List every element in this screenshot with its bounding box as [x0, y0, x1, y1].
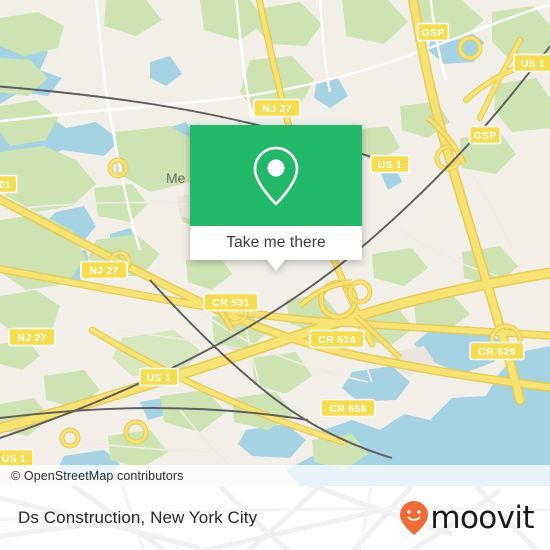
road-shield-label: CR 531: [212, 297, 249, 309]
moovit-map-screen: .wtr { fill:#a6d3e4; } .prk { fill:#cde3…: [0, 0, 550, 550]
take-me-there-label: Take me there: [226, 234, 326, 251]
map-viewport[interactable]: .wtr { fill:#a6d3e4; } .prk { fill:#cde3…: [0, 0, 550, 486]
road-shield-label: 01: [0, 179, 11, 191]
road-shield-label: GSP: [421, 27, 444, 39]
footer-bar: Ds Construction, New York City moovit: [0, 486, 550, 550]
road-shield: US 1: [0, 448, 34, 468]
road-shield-label: NJ 27: [262, 103, 292, 115]
road-shield: NJ 27: [253, 98, 301, 118]
road-shield-label: US 1: [521, 58, 546, 70]
road-shield-label: CR 514: [318, 334, 355, 346]
popup-header: [190, 125, 362, 226]
road-shield: CR 514: [309, 329, 365, 349]
road-shield: CR 531: [203, 292, 259, 312]
road-shield-label: US 1: [378, 159, 403, 171]
road-shield-label: CR 656: [329, 403, 366, 415]
place-title: Ds Construction, New York City: [18, 508, 258, 527]
attribution-text: © OpenStreetMap contributors: [11, 468, 184, 483]
road-shield-label: US 1: [2, 453, 27, 465]
road-shield-label: CR 629: [478, 346, 515, 358]
road-shield-label: US 1: [147, 372, 172, 384]
road-shield: US 1: [139, 367, 180, 387]
take-me-there-button[interactable]: Take me there: [190, 226, 362, 260]
road-shield: US 1: [513, 53, 550, 73]
road-shield: GSP: [416, 22, 450, 42]
road-shield: CR 656: [320, 398, 376, 418]
road-shield-label: GSP: [473, 130, 496, 142]
map-pin-icon: [253, 146, 299, 205]
road-shield: NJ 27: [8, 327, 56, 347]
road-shield: 01: [0, 174, 18, 194]
road-shield: CR 629: [469, 341, 525, 361]
road-shield: US 1: [369, 154, 410, 174]
city-label: Me: [166, 170, 186, 186]
moovit-pin-icon: [400, 501, 429, 535]
road-shield-label: NJ 27: [89, 265, 119, 277]
road-shield: GSP: [468, 125, 502, 145]
popup-tail: [267, 260, 285, 271]
map-attribution-bar: © OpenStreetMap contributors: [0, 465, 550, 486]
moovit-wordmark: moovit: [430, 499, 534, 536]
road-shield: NJ 27: [80, 260, 128, 280]
moovit-logo[interactable]: moovit: [399, 499, 535, 536]
location-popup-card[interactable]: Take me there: [190, 125, 362, 271]
road-shield-label: NJ 27: [17, 332, 47, 344]
